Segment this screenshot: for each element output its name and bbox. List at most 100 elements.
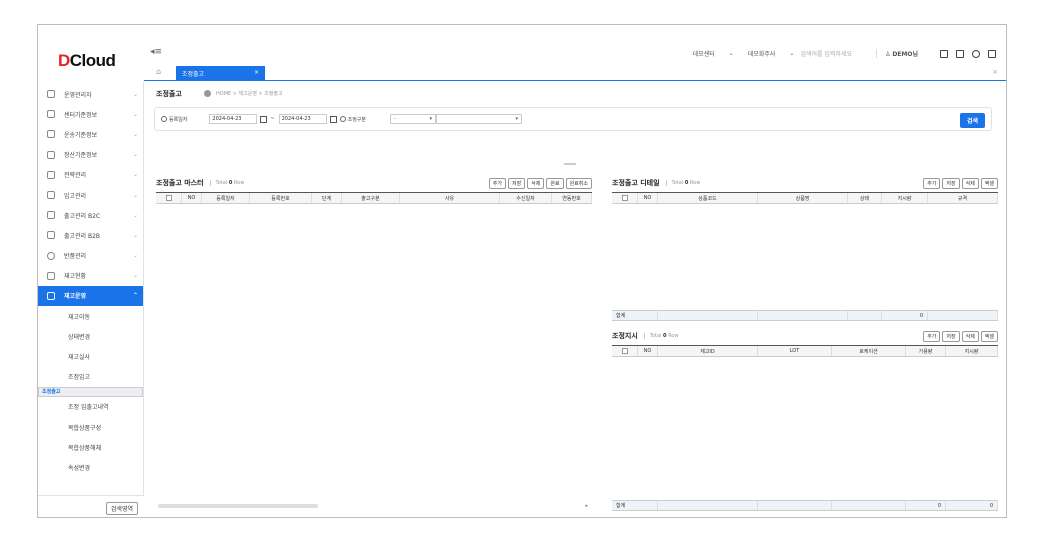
order-buttons: 추가 저장 삭제 엑셀: [923, 331, 998, 342]
detail-panel: 조정출고 디테일 Total 0 Row 추가 저장 삭제 엑셀 NO 상품코드 …: [612, 178, 998, 323]
adj-type-select-2[interactable]: ▾: [436, 114, 523, 124]
col-header[interactable]: 연동번호: [552, 193, 592, 203]
master-delete-button[interactable]: 삭제: [527, 178, 545, 189]
col-header[interactable]: 사유: [400, 193, 500, 203]
sidebar-sub-adj-history[interactable]: 조정 입출고내역: [38, 397, 143, 417]
sidebar-sub-status[interactable]: 상태변경: [38, 326, 143, 346]
col-header[interactable]: 상태: [848, 193, 882, 203]
order-add-button[interactable]: 추가: [923, 331, 941, 342]
col-header[interactable]: 지시량: [882, 193, 928, 203]
sidebar-sub-unbundle[interactable]: 복합상품해체: [38, 437, 143, 457]
sidebar-item-strategy[interactable]: 전략관리 ⌄: [38, 165, 143, 185]
order-save-button[interactable]: 저장: [942, 331, 960, 342]
order-excel-button[interactable]: 엑셀: [980, 331, 998, 342]
col-header[interactable]: NO: [182, 193, 202, 203]
date-from-input[interactable]: 2024-04-23: [209, 114, 258, 124]
sidebar-sub-audit[interactable]: 재고실사: [38, 346, 143, 366]
sidebar-item-transport[interactable]: 운송기준정보 ⌄: [38, 124, 143, 144]
reg-date-checkbox[interactable]: [161, 116, 167, 122]
detail-add-button[interactable]: 추가: [923, 178, 941, 189]
adj-type-select[interactable]: - ▾: [390, 114, 437, 124]
col-header[interactable]: 규격: [928, 193, 998, 203]
chevron-down-icon[interactable]: ⌄: [789, 50, 794, 57]
calendar-icon[interactable]: [329, 115, 337, 123]
col-header[interactable]: 상품코드: [658, 193, 758, 203]
sidebar-item-returns[interactable]: 반품관리 ⌄: [38, 246, 143, 266]
logo-text: Cloud: [69, 51, 116, 70]
center-select[interactable]: 데모센터: [693, 49, 715, 58]
sidebar-item-settlement[interactable]: 정산기준정보 ⌄: [38, 145, 143, 165]
scroll-right-icon[interactable]: ▸: [585, 503, 588, 509]
user-name[interactable]: ♙ DEMO님: [876, 49, 918, 58]
search-button[interactable]: 검색: [959, 113, 985, 128]
col-header[interactable]: 수신일자: [500, 193, 552, 203]
sidebar-sub-bundle[interactable]: 복합상품구성: [38, 417, 143, 437]
detail-save-button[interactable]: 저장: [942, 178, 960, 189]
master-complete-button[interactable]: 완료: [546, 178, 564, 189]
calendar-icon[interactable]: [260, 115, 268, 123]
help-icon[interactable]: [204, 90, 211, 97]
sidebar-item-inventory-ops[interactable]: 재고운영 ⌃: [38, 285, 143, 307]
col-header[interactable]: 상품명: [758, 193, 848, 203]
chevron-down-icon[interactable]: ⌄: [729, 50, 734, 57]
logout-icon[interactable]: [988, 49, 996, 58]
sidebar-item-admin[interactable]: 운영관리자 ⌄: [38, 84, 143, 104]
col-header[interactable]: NO: [638, 193, 658, 203]
home-icon[interactable]: ⌂: [156, 67, 161, 76]
order-grid: NO 재고ID LOT 로케이션 가용량 지시량: [612, 345, 998, 501]
logo[interactable]: DCloud: [58, 51, 116, 71]
detail-delete-button[interactable]: 삭제: [961, 178, 979, 189]
adj-type-label: 조정구분: [347, 116, 367, 123]
company-select[interactable]: 데모화주사: [748, 49, 776, 58]
sidebar-sub-adj-out[interactable]: 조정출고: [38, 386, 143, 397]
close-all-tabs-icon[interactable]: ×: [992, 68, 998, 76]
col-header[interactable]: 출고구분: [342, 193, 400, 203]
sum-avail: 0: [906, 501, 946, 510]
sidebar-sub-move[interactable]: 재고이동: [38, 306, 143, 326]
horizontal-scrollbar[interactable]: [158, 504, 318, 508]
col-header[interactable]: 지시량: [946, 346, 998, 356]
sidebar-item-center[interactable]: 센터기준정보 ⌄: [38, 104, 143, 124]
sidebar-item-inventory[interactable]: 재고현황 ⌄: [38, 266, 143, 286]
user-icon: [47, 90, 55, 99]
detail-excel-button[interactable]: 엑셀: [980, 178, 998, 189]
gear-icon[interactable]: [972, 49, 980, 58]
sidebar-sub-adj-in[interactable]: 조정입고: [38, 367, 143, 387]
col-header[interactable]: 등록일자: [202, 193, 250, 203]
col-header[interactable]: 등록번호: [250, 193, 312, 203]
folder-icon: [47, 130, 55, 139]
search-area-button[interactable]: 검색영역: [105, 502, 138, 515]
sidebar-item-outbound-b2b[interactable]: 출고관리 B2B ⌄: [38, 225, 143, 245]
chevron-down-icon: ▾: [429, 116, 433, 122]
order-delete-button[interactable]: 삭제: [961, 331, 979, 342]
sidebar: 운영관리자 ⌄ 센터기준정보 ⌄ 운송기준정보 ⌄ 정산기준정보 ⌄ 전략관리 ⌄ 입고관…: [38, 81, 144, 517]
tab-adjust-out[interactable]: 조정출고 ×: [176, 66, 265, 80]
master-panel: 조정출고 마스터 Total 0 Row 추가 저장 삭제 완료 완료취소 NO …: [156, 178, 592, 517]
select-all-checkbox[interactable]: [165, 195, 172, 201]
date-to-input[interactable]: 2024-04-23: [278, 114, 327, 124]
sidebar-sub-attr[interactable]: 속성변경: [38, 457, 143, 477]
main-content: 조정출고 HOME > 재고운영 > 조정출고 등록일자 2024-04-23 …: [144, 81, 1006, 517]
print-icon[interactable]: [956, 49, 964, 58]
col-header[interactable]: 단계: [312, 193, 342, 203]
tab-close-icon[interactable]: ×: [254, 69, 259, 77]
col-header[interactable]: 로케이션: [832, 346, 906, 356]
col-header[interactable]: 재고ID: [658, 346, 758, 356]
master-cancel-complete-button[interactable]: 완료취소: [565, 178, 592, 189]
sidebar-footer: 검색영역: [38, 495, 144, 517]
menu-toggle-icon[interactable]: ◂≡: [150, 47, 162, 57]
select-all-checkbox[interactable]: [621, 348, 628, 354]
splitter-handle[interactable]: [564, 163, 576, 165]
select-all-checkbox[interactable]: [621, 195, 628, 201]
col-header[interactable]: 가용량: [906, 346, 946, 356]
col-header[interactable]: LOT: [758, 346, 832, 356]
master-save-button[interactable]: 저장: [507, 178, 526, 189]
sidebar-item-inbound[interactable]: 입고관리 ⌄: [38, 185, 143, 205]
global-search-input[interactable]: 검색어를 입력하세요: [800, 49, 852, 58]
col-header[interactable]: NO: [638, 346, 658, 356]
sidebar-item-outbound-b2c[interactable]: 출고관리 B2C ⌄: [38, 205, 143, 225]
adj-type-checkbox[interactable]: [339, 116, 346, 122]
book-icon[interactable]: [940, 49, 948, 58]
master-add-button[interactable]: 추가: [488, 178, 506, 189]
detail-sum-row: 합계 0: [612, 310, 998, 321]
